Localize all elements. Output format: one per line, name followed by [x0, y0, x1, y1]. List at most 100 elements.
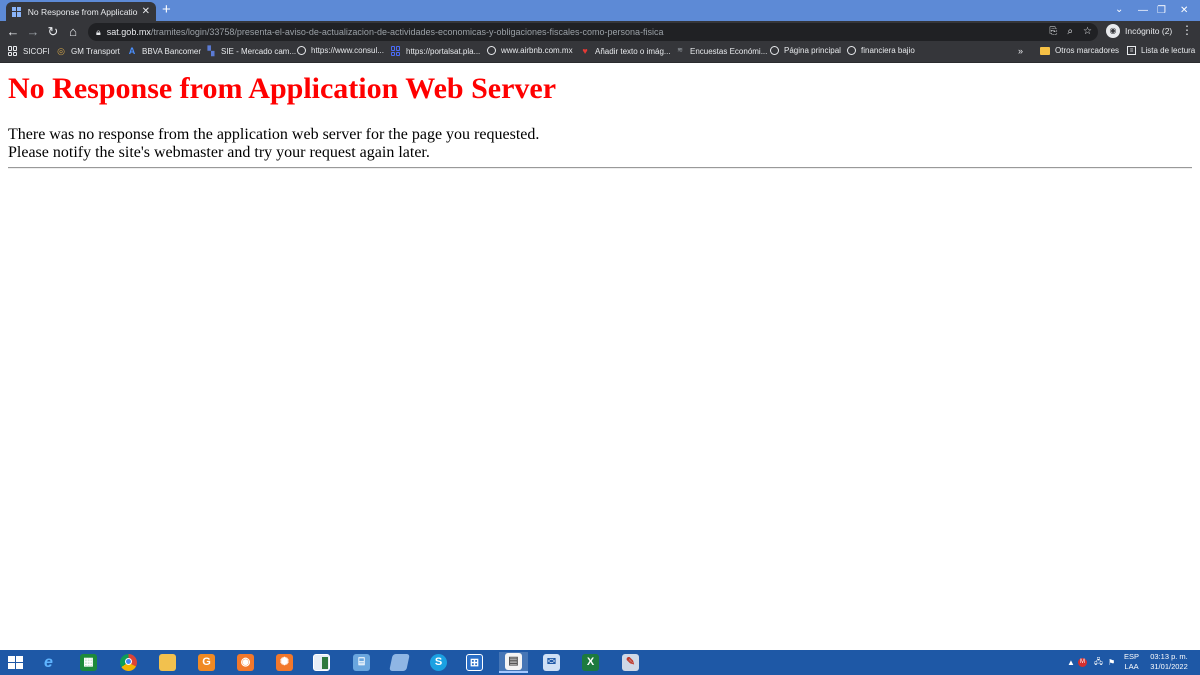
taskbar-excel[interactable]: X — [576, 652, 605, 673]
bookmark-consul[interactable]: https://www.consul... — [297, 46, 384, 55]
tab-search-icon[interactable]: ⌄ — [1115, 4, 1123, 15]
bookmark-label: https://portalsat.pla... — [406, 46, 481, 56]
bookmark-pagina-principal[interactable]: Página principal — [770, 46, 841, 55]
globe-icon — [487, 46, 496, 55]
taskbar-book-app[interactable] — [385, 652, 414, 673]
page-content: No Response from Application Web Server … — [0, 64, 1200, 650]
taskbar-spreadsheet-app[interactable]: ▦ — [74, 652, 103, 673]
reload-icon[interactable]: ↻ — [44, 23, 62, 41]
input-language[interactable]: ESP LAA — [1124, 652, 1139, 672]
bookmark-label: Añadir texto o imág... — [595, 46, 671, 56]
taskbar-camera-app-1[interactable]: ◉ — [231, 652, 260, 673]
bookmark-encuestas[interactable]: ≋ Encuestas Económi... — [675, 46, 767, 56]
taskbar-document-app[interactable]: ▤ — [499, 652, 528, 673]
excel-icon: X — [582, 654, 599, 671]
bookmark-portalsat[interactable]: https://portalsat.pla... — [391, 46, 480, 56]
apps-icon — [8, 46, 18, 56]
spreadsheet-icon: ▦ — [80, 654, 97, 671]
taskbar-internet-explorer[interactable]: e — [34, 652, 63, 673]
close-window-icon[interactable]: ✕ — [1180, 0, 1188, 21]
bbva-icon: A — [128, 46, 136, 56]
bookmark-label: Encuestas Económi... — [690, 46, 768, 56]
bookmark-label: financiera bajio — [861, 46, 915, 55]
bookmark-sicofi[interactable]: SICOFI — [8, 46, 50, 56]
incognito-icon: ◉ — [1106, 24, 1120, 38]
bookmark-label: GM Transport — [71, 46, 120, 56]
bookmark-gm-transport[interactable]: ◎ GM Transport — [56, 46, 120, 56]
network-icon: ⌸ — [353, 654, 370, 671]
error-message: There was no response from the applicati… — [8, 126, 539, 162]
taskbar-chrome[interactable] — [114, 652, 143, 673]
reading-list-button[interactable]: ≡ Lista de lectura — [1127, 46, 1195, 55]
menu-kebab-icon[interactable]: ⋮ — [1181, 23, 1193, 37]
globe-icon — [770, 46, 779, 55]
reading-list-icon: ≡ — [1127, 46, 1136, 55]
chrome-icon — [120, 654, 137, 671]
bookmark-airbnb[interactable]: www.airbnb.com.mx — [487, 46, 573, 55]
bookmarks-bar: SICOFI ◎ GM Transport A BBVA Bancomer ▚ … — [0, 43, 1200, 63]
bookmark-star-icon[interactable]: ☆ — [1083, 26, 1092, 37]
tab-strip: No Response from Application W ✕ + ⌄ — ❐… — [0, 0, 1200, 21]
bookmark-financiera-bajio[interactable]: financiera bajio — [847, 46, 915, 55]
globe-icon — [847, 46, 856, 55]
taskbar-app-g[interactable]: G — [192, 652, 221, 673]
error-message-line-2: Please notify the site's webmaster and t… — [8, 144, 430, 161]
minimize-icon[interactable]: — — [1138, 0, 1148, 21]
survey-icon: ≋ — [677, 47, 683, 54]
system-clock[interactable]: 03:13 p. m. 31/01/2022 — [1145, 652, 1193, 672]
bookmark-anadir-texto[interactable]: ♥ Añadir texto o imág... — [580, 46, 671, 56]
bookmark-label: https://www.consul... — [311, 46, 384, 55]
browser-toolbar: ← → ↻ ⌂ 🔒︎ sat.gob.mx /tramites/login/33… — [0, 21, 1200, 43]
grid-icon — [391, 46, 401, 56]
start-button[interactable] — [0, 650, 30, 675]
bookmark-label: www.airbnb.com.mx — [501, 46, 573, 55]
taskbar-window-app[interactable] — [307, 652, 336, 673]
taskbar-paint-app[interactable]: ✎ — [616, 652, 645, 673]
antivirus-tray-icon[interactable]: M — [1078, 650, 1087, 675]
more-bookmarks-icon[interactable]: » — [1018, 46, 1023, 56]
show-hidden-icons[interactable]: ▲ — [1067, 650, 1075, 675]
taskbar-file-explorer[interactable] — [153, 652, 182, 673]
folder-icon — [1040, 46, 1050, 55]
tab-title: No Response from Application W — [27, 6, 138, 17]
taskbar-camera-app-2[interactable]: ✺ — [270, 652, 299, 673]
taskbar-skype[interactable]: S — [424, 652, 453, 673]
bookmark-label: Lista de lectura — [1141, 46, 1196, 55]
camera-icon: ◉ — [237, 654, 254, 671]
restore-icon[interactable]: ❐ — [1157, 0, 1166, 21]
bookmark-bbva[interactable]: A BBVA Bancomer — [127, 46, 201, 56]
flag-tray-icon[interactable]: ⚑ — [1108, 650, 1115, 675]
swirl-icon: ◎ — [57, 46, 65, 56]
incognito-profile-button[interactable]: ◉ Incógnito (2) — [1106, 24, 1172, 38]
forward-icon[interactable]: → — [24, 23, 42, 41]
profile-label: Incógnito (2) — [1125, 26, 1173, 36]
site-favicon-icon — [12, 6, 22, 17]
address-bar[interactable]: 🔒︎ sat.gob.mx /tramites/login/33758/pres… — [88, 23, 1098, 41]
clock-time: 03:13 p. m. — [1150, 652, 1188, 661]
mail-icon: ✉ — [543, 654, 560, 671]
bookmark-sie[interactable]: ▚ SIE - Mercado cam... — [206, 46, 297, 56]
browser-tab[interactable]: No Response from Application W ✕ — [6, 2, 156, 21]
bookmark-otros-marcadores[interactable]: Otros marcadores — [1040, 46, 1119, 55]
windows-taskbar: e ▦ G ◉ ✺ ⌸ S ⊞ ▤ ✉ X ✎ ▲ M 🖧︎ ⚑ ESP LAA… — [0, 650, 1200, 675]
home-icon[interactable]: ⌂ — [64, 23, 82, 41]
bookmark-label: Otros marcadores — [1055, 46, 1120, 55]
taskbar-mail-app[interactable]: ✉ — [537, 652, 566, 673]
close-tab-icon[interactable]: ✕ — [142, 6, 150, 17]
paint-icon: ✎ — [622, 654, 639, 671]
photo-icon: ✺ — [276, 654, 293, 671]
keyboard-layout: LAA — [1124, 662, 1139, 671]
translate-icon[interactable]: ⎘ — [1049, 26, 1057, 37]
network-tray-icon[interactable]: 🖧︎ — [1094, 650, 1103, 675]
g-app-icon: G — [198, 654, 215, 671]
back-icon[interactable]: ← — [4, 23, 22, 41]
lock-icon[interactable]: 🔒︎ — [96, 27, 101, 38]
taskbar-grid-app[interactable]: ⊞ — [460, 652, 489, 673]
taskbar-network-app[interactable]: ⌸ — [347, 652, 376, 673]
internet-explorer-icon: e — [44, 654, 53, 671]
error-message-line-1: There was no response from the applicati… — [8, 126, 540, 143]
url-host: sat.gob.mx — [106, 27, 151, 37]
bookmark-label: Página principal — [784, 46, 841, 55]
zoom-icon[interactable]: ⌕ — [1067, 26, 1073, 37]
new-tab-button[interactable]: + — [162, 2, 171, 18]
